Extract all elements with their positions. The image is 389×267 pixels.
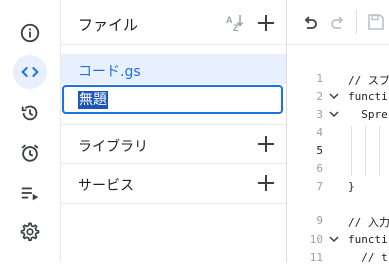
- add-service-button[interactable]: [255, 172, 277, 194]
- code-line[interactable]: 11 // t: [287, 249, 389, 267]
- toolbar-divider: [356, 10, 357, 34]
- line-number: 2: [316, 90, 323, 103]
- editor-button[interactable]: [13, 55, 47, 89]
- info-icon: [20, 23, 40, 43]
- libraries-label: ライブラリ: [78, 139, 148, 155]
- code-icon: [21, 66, 39, 78]
- code-text: functi: [348, 90, 388, 103]
- triggers-button[interactable]: [13, 136, 47, 170]
- code-line[interactable]: 1 // スプ: [287, 70, 389, 88]
- plus-icon: [258, 175, 274, 191]
- code-line[interactable]: 7 }: [287, 178, 389, 196]
- line-number: 6: [316, 162, 323, 175]
- files-panel: ファイル A Z コード.gs 無題 ライブラリ サービス: [61, 0, 286, 262]
- executions-list-button[interactable]: [13, 176, 47, 210]
- svg-text:Z: Z: [233, 23, 239, 33]
- redo-icon[interactable]: [329, 13, 347, 31]
- plus-icon: [258, 136, 274, 152]
- line-number: 4: [316, 126, 323, 139]
- executions-button[interactable]: [13, 96, 47, 130]
- settings-button[interactable]: [13, 215, 47, 249]
- code-line[interactable]: 3 Spre: [287, 106, 389, 124]
- divider: [61, 124, 286, 125]
- file-item-label: コード.gs: [78, 64, 141, 80]
- code-text: }: [348, 180, 355, 193]
- overview-button[interactable]: [13, 16, 47, 50]
- plus-icon: [258, 15, 274, 31]
- code-text: Spre: [348, 108, 388, 121]
- line-number: 10: [309, 233, 323, 246]
- new-file-name-value: 無題: [78, 91, 108, 109]
- fold-chevron-icon[interactable]: [328, 89, 340, 103]
- line-number: 5: [316, 144, 323, 157]
- divider: [61, 163, 286, 164]
- files-header: ファイル A Z: [61, 0, 286, 45]
- svg-text:A: A: [226, 15, 233, 25]
- new-file-name-input[interactable]: 無題: [62, 85, 283, 114]
- line-number: 3: [316, 108, 323, 121]
- code-text: // スプ: [348, 74, 389, 87]
- line-number: 1: [316, 72, 323, 85]
- undo-icon[interactable]: [301, 13, 319, 31]
- history-icon: [21, 105, 38, 121]
- code-line[interactable]: 5: [287, 142, 389, 160]
- line-number: 11: [309, 251, 323, 264]
- code-editor: 1 // スプ 2 functi 3 Spre 4 5 6 7 } 9 // 入…: [286, 0, 389, 264]
- file-item-code-gs[interactable]: コード.gs: [61, 54, 286, 84]
- fold-chevron-icon[interactable]: [328, 107, 340, 121]
- add-library-button[interactable]: [255, 133, 277, 155]
- line-number: 9: [316, 214, 323, 227]
- code-text: // 入力: [348, 216, 389, 229]
- gear-icon: [20, 222, 40, 242]
- fold-chevron-icon[interactable]: [328, 232, 340, 246]
- left-rail: [0, 0, 61, 262]
- code-text: functi: [348, 233, 388, 246]
- alarm-icon: [21, 144, 39, 162]
- files-title: ファイル: [78, 16, 139, 34]
- code-line[interactable]: 9 // 入力: [287, 212, 389, 230]
- sort-az-icon[interactable]: A Z: [225, 13, 245, 33]
- code-line[interactable]: 4: [287, 124, 389, 142]
- save-icon[interactable]: [367, 13, 385, 31]
- playlist-play-icon: [21, 187, 39, 201]
- divider: [61, 203, 286, 204]
- code-line[interactable]: 6: [287, 160, 389, 178]
- code-text: // t: [348, 251, 388, 264]
- line-number: 7: [316, 180, 323, 193]
- add-file-button[interactable]: [255, 12, 277, 34]
- editor-toolbar: [287, 0, 389, 45]
- code-line[interactable]: 10 functi: [287, 231, 389, 249]
- services-label: サービス: [78, 178, 134, 194]
- code-line[interactable]: 2 functi: [287, 88, 389, 106]
